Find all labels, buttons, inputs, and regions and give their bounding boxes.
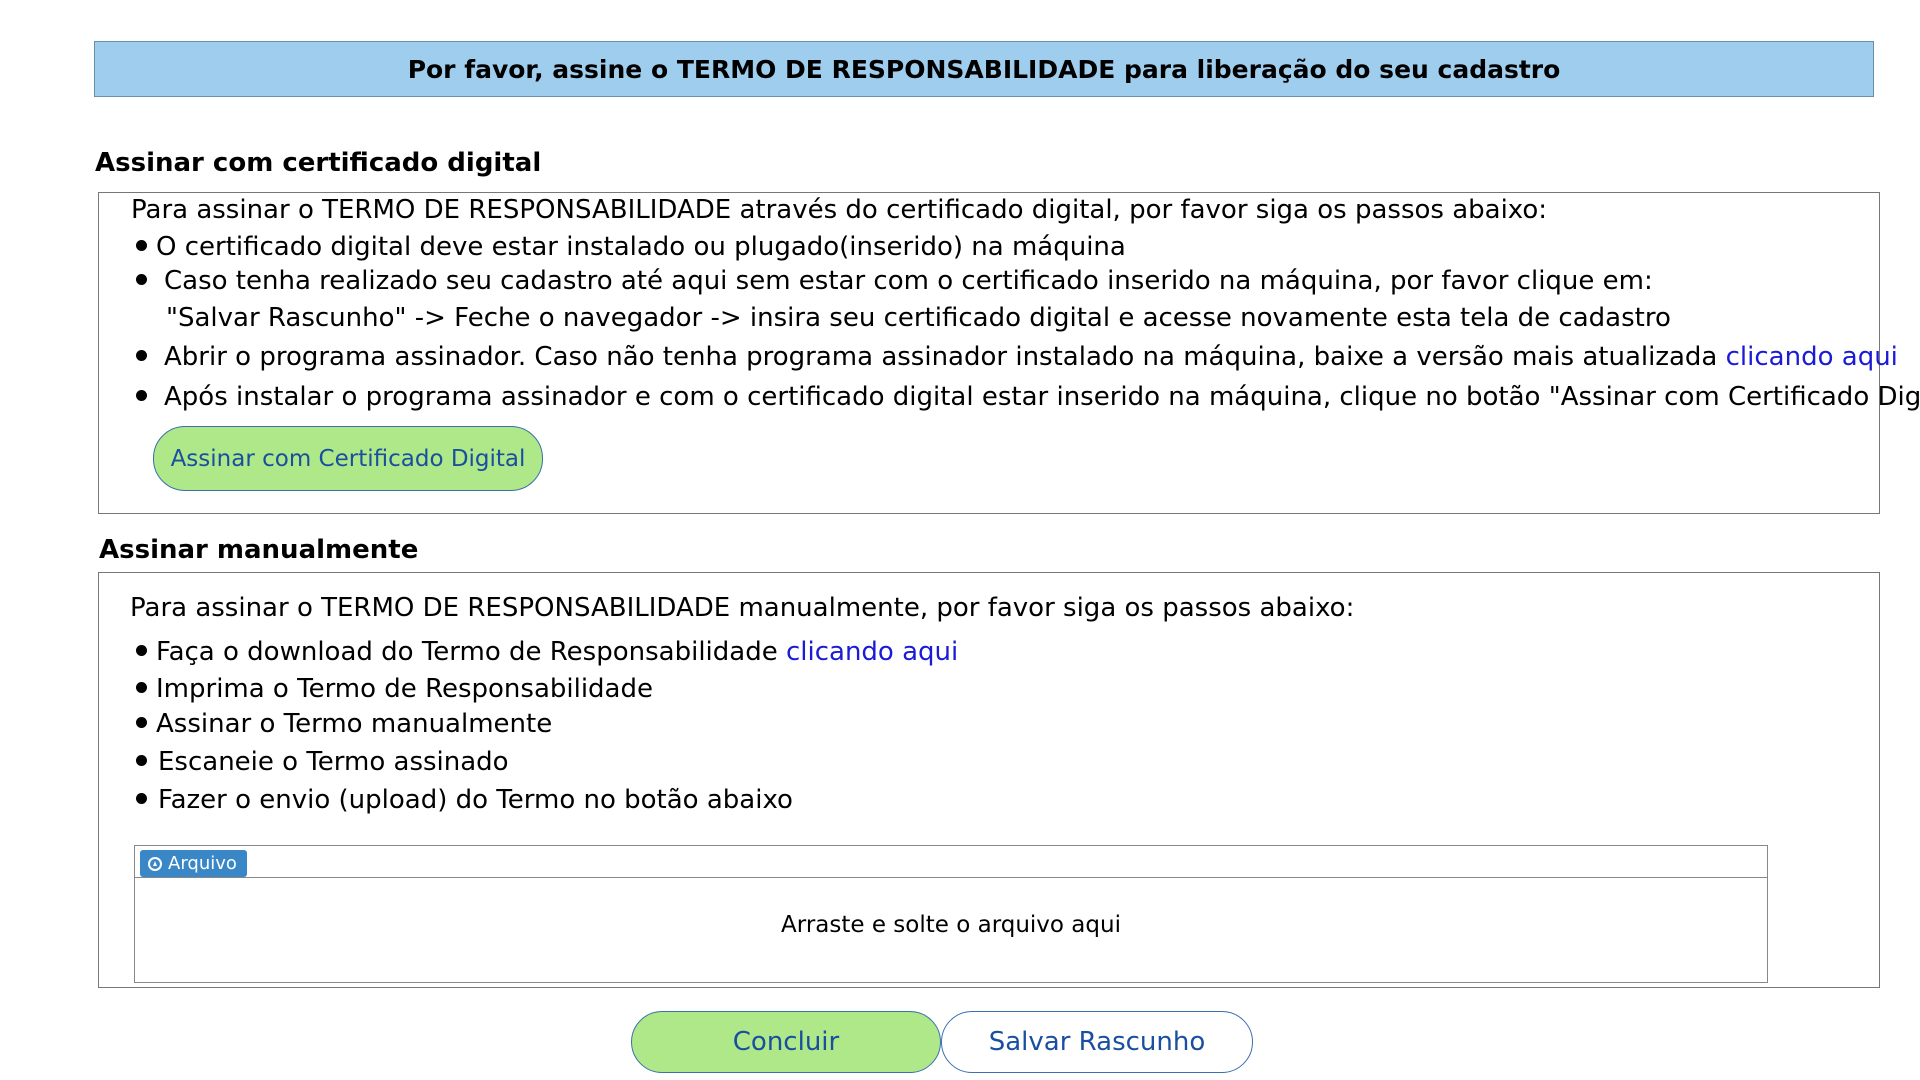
bullet-icon: [136, 717, 147, 728]
bullet-icon: [136, 274, 147, 285]
signer-download-link[interactable]: clicando aqui: [1726, 342, 1898, 372]
certificate-step-text: Abrir o programa assinador. Caso não ten…: [164, 342, 1718, 372]
manual-step: Imprima o Termo de Responsabilidade: [136, 673, 653, 705]
manual-intro: Para assinar o TERMO DE RESPONSABILIDADE…: [130, 593, 1355, 623]
bullet-icon: [136, 645, 147, 656]
certificate-step-text: Caso tenha realizado seu cadastro até aq…: [164, 266, 1653, 296]
manual-step: Assinar o Termo manualmente: [136, 708, 552, 740]
certificate-step-continuation: "Salvar Rascunho" -> Feche o navegador -…: [166, 303, 1671, 333]
bullet-icon: [136, 350, 147, 361]
file-upload-dropzone[interactable]: Arquivo Arraste e solte o arquivo aqui: [134, 845, 1768, 983]
banner-text: Por favor, assine o TERMO DE RESPONSABIL…: [407, 54, 1561, 84]
manual-step-text: Fazer o envio (upload) do Termo no botão…: [158, 785, 793, 815]
choose-file-button[interactable]: Arquivo: [140, 850, 247, 877]
certificate-step: Abrir o programa assinador. Caso não ten…: [136, 341, 1898, 373]
bullet-icon: [136, 755, 147, 766]
bullet-icon: [136, 682, 147, 693]
page: Por favor, assine o TERMO DE RESPONSABIL…: [0, 0, 1920, 1080]
certificate-step-text: O certificado digital deve estar instala…: [156, 232, 1126, 262]
manual-step: Fazer o envio (upload) do Termo no botão…: [136, 784, 793, 816]
choose-file-label: Arquivo: [168, 853, 237, 874]
save-draft-button[interactable]: Salvar Rascunho: [941, 1011, 1253, 1073]
bullet-icon: [136, 390, 147, 401]
signature-required-banner: Por favor, assine o TERMO DE RESPONSABIL…: [94, 41, 1874, 97]
certificate-intro: Para assinar o TERMO DE RESPONSABILIDADE…: [131, 195, 1548, 225]
manual-step: Escaneie o Termo assinado: [136, 746, 509, 778]
certificate-step: Após instalar o programa assinador e com…: [136, 381, 1920, 413]
upload-toolbar: Arquivo: [135, 846, 1767, 878]
manual-section-title: Assinar manualmente: [99, 535, 419, 565]
certificate-section-title: Assinar com certificado digital: [95, 148, 542, 178]
drop-hint: Arraste e solte o arquivo aqui: [781, 912, 1121, 938]
upload-circle-icon: [148, 856, 162, 871]
manual-step-text: Assinar o Termo manualmente: [156, 709, 553, 739]
bullet-icon: [136, 793, 147, 804]
manual-step-text: Faça o download do Termo de Responsabili…: [156, 637, 778, 667]
manual-step: Faça o download do Termo de Responsabili…: [136, 636, 958, 668]
certificate-step: O certificado digital deve estar instala…: [136, 231, 1126, 263]
certificate-step: Caso tenha realizado seu cadastro até aq…: [136, 265, 1653, 297]
sign-with-certificate-button[interactable]: Assinar com Certificado Digital: [153, 426, 543, 491]
conclude-button[interactable]: Concluir: [631, 1011, 941, 1073]
term-download-link[interactable]: clicando aqui: [786, 637, 958, 667]
bullet-icon: [136, 240, 147, 251]
certificate-step-text: Após instalar o programa assinador e com…: [164, 382, 1920, 412]
manual-step-text: Imprima o Termo de Responsabilidade: [156, 674, 653, 704]
manual-step-text: Escaneie o Termo assinado: [158, 747, 509, 777]
